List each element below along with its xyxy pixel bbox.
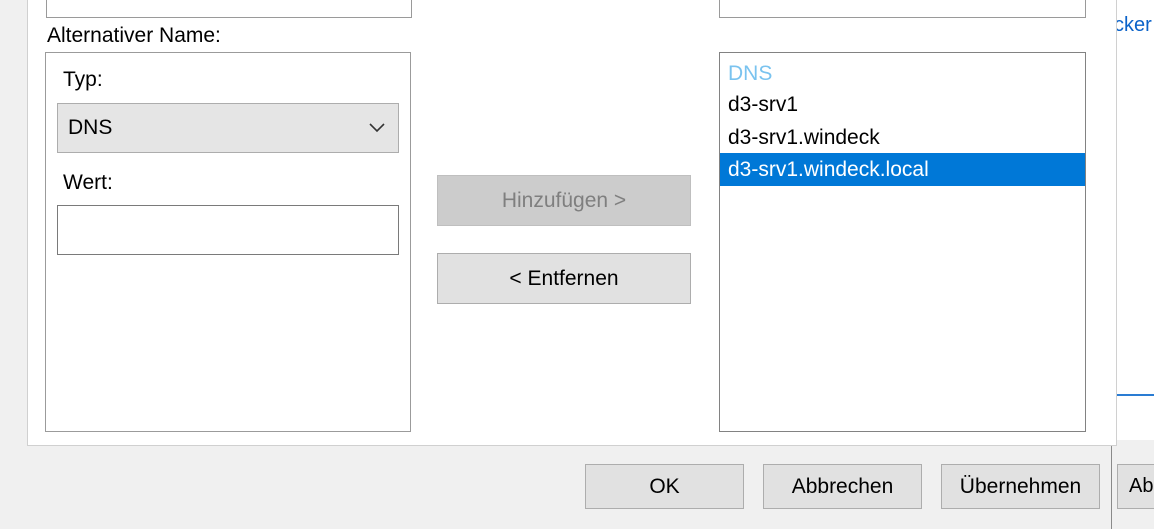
ok-button[interactable]: OK: [585, 464, 744, 509]
add-button[interactable]: Hinzufügen >: [437, 175, 691, 226]
background-button[interactable]: Ab: [1117, 464, 1154, 509]
value-input[interactable]: [57, 205, 399, 255]
background-rule: [1116, 394, 1154, 396]
type-select[interactable]: DNS: [57, 103, 399, 153]
list-item-d3-srv1[interactable]: d3-srv1: [720, 88, 1085, 121]
value-label: Wert:: [63, 171, 113, 194]
apply-button[interactable]: Übernehmen: [941, 464, 1100, 509]
chevron-down-icon: [369, 123, 385, 133]
dialog-window: Alternativer Name: Typ: DNS Wert: Hinzuf…: [0, 0, 1117, 529]
list-header-dns: DNS: [728, 62, 773, 85]
subject-input-fragment[interactable]: [46, 0, 412, 18]
type-select-value: DNS: [68, 116, 113, 139]
list-item-d3-srv1-windeck[interactable]: d3-srv1.windeck: [720, 121, 1085, 154]
type-label: Typ:: [63, 68, 103, 91]
subject-list-fragment[interactable]: [719, 0, 1086, 18]
alternative-name-heading: Alternativer Name:: [47, 24, 221, 47]
remove-button[interactable]: < Entfernen: [437, 253, 691, 304]
alternative-name-list[interactable]: DNS d3-srv1 d3-srv1.windeck d3-srv1.wind…: [719, 52, 1086, 432]
cancel-button[interactable]: Abbrechen: [763, 464, 922, 509]
list-item-d3-srv1-windeck-local[interactable]: d3-srv1.windeck.local: [720, 153, 1085, 186]
background-link[interactable]: cker: [1114, 14, 1152, 37]
